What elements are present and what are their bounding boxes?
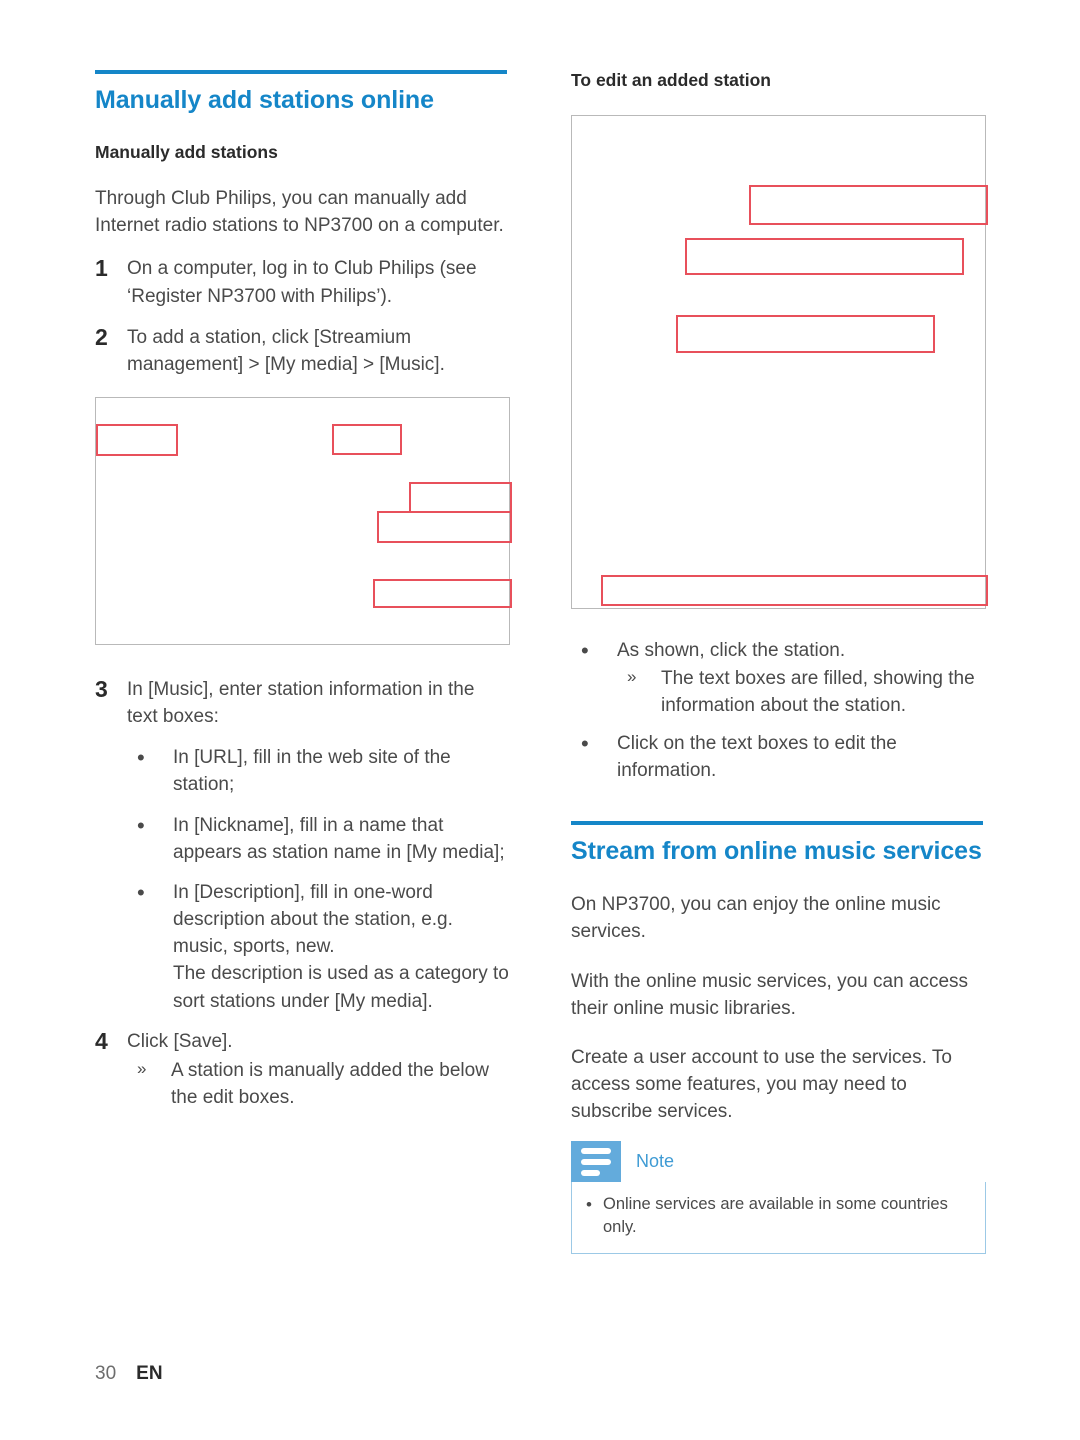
step-2-number: 2: [95, 323, 108, 350]
page-number: 30: [95, 1363, 117, 1384]
page-title-left: Manually add stations online: [95, 86, 434, 114]
note-title: Note: [636, 1151, 675, 1171]
annotation-box-3: [409, 482, 512, 513]
step-3-bullet-3: In [Description], fill in one-word descr…: [173, 881, 509, 1012]
edit-bullet-1: As shown, click the station.: [617, 640, 846, 661]
step-3: 3 In [Music], enter station information …: [95, 676, 510, 730]
note-body: • Online services are available in some …: [571, 1182, 986, 1255]
annotation-box-2: [332, 424, 402, 455]
language-code: EN: [136, 1363, 163, 1384]
figure-streamium-management: [95, 397, 512, 645]
annotation-box-1: [749, 185, 988, 225]
step-3-text: In [Music], enter station information in…: [127, 679, 475, 728]
arrow-marker-icon: »: [627, 666, 637, 686]
bullet-dot-icon: •: [137, 879, 145, 905]
left-column-continued: 3 In [Music], enter station information …: [95, 676, 510, 1113]
annotation-box-4: [601, 575, 988, 606]
step-3-bullet-2: In [Nickname], fill in a name that appea…: [173, 814, 505, 863]
subheading-to-edit-an-added-station: To edit an added station: [571, 70, 771, 90]
step-1-number: 1: [95, 255, 108, 282]
edit-bullet-2: Click on the text boxes to edit the info…: [617, 732, 897, 781]
note-box: Note • Online services are available in …: [571, 1141, 986, 1255]
list-item: • In [Nickname], fill in a name that app…: [127, 812, 510, 866]
list-item: • In [Description], fill in one-word des…: [127, 879, 510, 1015]
stream-section: Stream from online music services On NP3…: [571, 821, 986, 1125]
edit-station-bullet-list: • As shown, click the station. » The tex…: [571, 637, 986, 784]
annotation-box-5: [373, 579, 512, 608]
step-3-number: 3: [95, 676, 108, 702]
figure-edit-added-station: [571, 115, 988, 609]
page-footer: 30 EN: [95, 1363, 163, 1385]
list-item: • In [URL], fill in the web site of the …: [127, 744, 510, 798]
note-item-1: Online services are available in some co…: [603, 1195, 948, 1237]
stream-paragraph-3: Create a user account to use the service…: [571, 1046, 952, 1123]
page-title-right: Stream from online music services: [571, 837, 982, 865]
stream-paragraph-2: With the online music services, you can …: [571, 970, 969, 1019]
list-item: • Online services are available in some …: [586, 1193, 971, 1239]
note-lines-icon: [571, 1141, 621, 1182]
heading-rule-right: [571, 821, 983, 825]
arrow-marker-icon: »: [137, 1058, 147, 1078]
step-1: 1 On a computer, log in to Club Philips …: [95, 255, 510, 309]
step-2: 2 To add a station, click [Streamium man…: [95, 324, 510, 378]
step-1-text: On a computer, log in to Club Philips (s…: [127, 258, 477, 307]
annotation-box-4: [377, 511, 512, 543]
step-4: 4 Click [Save].: [95, 1028, 510, 1055]
annotation-box-2: [685, 238, 964, 275]
heading-rule-left: [95, 70, 507, 74]
subheading-manually-add-stations: Manually add stations: [95, 142, 278, 163]
annotation-box-1: [96, 424, 178, 456]
stream-paragraph-1: On NP3700, you can enjoy the online musi…: [571, 894, 941, 943]
right-column: To edit an added station: [571, 70, 986, 110]
step-4-result-text: A station is manually added the below th…: [171, 1059, 489, 1109]
intro-paragraph: Through Club Philips, you can manually a…: [95, 188, 504, 237]
step-3-bullet-list: • In [URL], fill in the web site of the …: [127, 744, 510, 1014]
bullet-dot-icon: •: [137, 745, 145, 771]
bullet-dot-icon: •: [581, 638, 589, 663]
step-2-text: To add a station, click [Streamium manag…: [127, 326, 445, 375]
step-3-bullet-1: In [URL], fill in the web site of the st…: [173, 747, 451, 796]
step-4-text: Click [Save].: [127, 1030, 233, 1052]
step-4-number: 4: [95, 1027, 108, 1054]
step-4-result: » A station is manually added the below …: [127, 1057, 510, 1111]
manual-page: Manually add stations online Manually ad…: [0, 0, 1080, 1440]
bullet-dot-icon: •: [586, 1195, 592, 1214]
right-column-bullets: • As shown, click the station. » The tex…: [571, 637, 986, 797]
left-column: Manually add stations online Manually ad…: [95, 70, 510, 392]
annotation-box-3: [676, 315, 935, 353]
bullet-dot-icon: •: [137, 812, 145, 838]
list-item: • Click on the text boxes to edit the in…: [571, 730, 986, 784]
note-header: Note: [571, 1141, 986, 1182]
list-item: • As shown, click the station. » The tex…: [571, 637, 986, 719]
edit-bullet-1-sub: The text boxes are filled, showing the i…: [661, 667, 975, 716]
bullet-dot-icon: •: [581, 730, 589, 756]
